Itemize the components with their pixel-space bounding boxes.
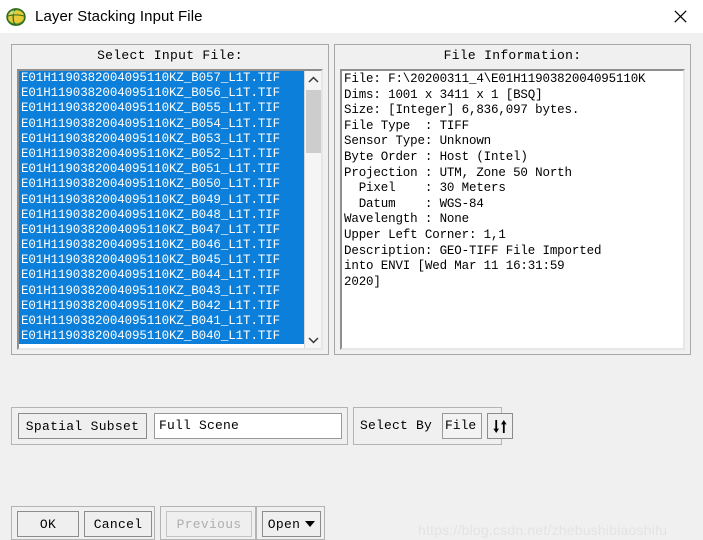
file-information-line: Upper Left Corner: 1,1 bbox=[344, 227, 506, 242]
spatial-subset-group: Spatial Subset Full Scene bbox=[11, 407, 348, 445]
previous-button: Previous bbox=[166, 511, 252, 537]
open-button[interactable]: Open bbox=[262, 511, 321, 537]
spatial-subset-button[interactable]: Spatial Subset bbox=[18, 413, 147, 439]
list-item[interactable]: E01H1190382004095110KZ_B042_L1T.TIF bbox=[19, 298, 304, 314]
file-information-line: Wavelength : None bbox=[344, 212, 469, 227]
list-item[interactable]: E01H1190382004095110KZ_B041_L1T.TIF bbox=[19, 314, 304, 330]
list-item[interactable]: E01H1190382004095110KZ_B051_L1T.TIF bbox=[19, 162, 304, 178]
list-item[interactable]: E01H1190382004095110KZ_B047_L1T.TIF bbox=[19, 222, 304, 239]
dialog-body: Select Input File: E01H1190382004095110K… bbox=[0, 33, 703, 540]
file-information-title: File Information: bbox=[443, 48, 582, 63]
previous-group: Previous bbox=[160, 506, 256, 540]
file-information-line: into ENVI [Wed Mar 11 16:31:59 bbox=[344, 259, 565, 274]
file-list[interactable]: E01H1190382004095110KZ_B057_L1T.TIF E01H1… bbox=[19, 71, 304, 348]
list-item[interactable]: E01H1190382004095110KZ_B055_L1T.TIF bbox=[19, 101, 304, 117]
list-item[interactable]: E01H1190382004095110KZ_B057_L1T.TIF bbox=[19, 71, 304, 87]
file-information-line: Size: [Integer] 6,836,097 bytes. bbox=[344, 103, 580, 118]
swap-arrows-icon[interactable] bbox=[487, 413, 513, 439]
file-information-line: Sensor Type: Unknown bbox=[344, 134, 492, 149]
ok-button[interactable]: OK bbox=[17, 511, 79, 537]
list-item[interactable]: E01H1190382004095110KZ_B045_L1T.TIF bbox=[19, 253, 304, 269]
select-by-group: Select By File bbox=[353, 407, 513, 445]
file-list-scrollbar[interactable] bbox=[304, 71, 321, 348]
window-title: Layer Stacking Input File bbox=[35, 8, 203, 25]
caret-down-icon bbox=[305, 521, 316, 527]
list-item[interactable]: E01H1190382004095110KZ_B043_L1T.TIF bbox=[19, 283, 304, 299]
list-item[interactable]: E01H1190382004095110KZ_B044_L1T.TIF bbox=[19, 268, 304, 284]
scrollbar-thumb[interactable] bbox=[306, 90, 321, 153]
list-item[interactable]: E01H1190382004095110KZ_B046_L1T.TIF bbox=[19, 238, 304, 254]
title-bar: Layer Stacking Input File bbox=[0, 0, 703, 34]
envi-globe-icon bbox=[6, 7, 26, 27]
list-item[interactable]: E01H1190382004095110KZ_B040_L1T.TIF bbox=[19, 329, 304, 345]
ok-cancel-group: OK Cancel bbox=[11, 506, 155, 540]
close-icon[interactable] bbox=[657, 1, 703, 33]
list-item[interactable]: E01H1190382004095110KZ_B056_L1T.TIF bbox=[19, 86, 304, 102]
file-information-line: Datum : WGS-84 bbox=[344, 196, 484, 211]
open-group: Open bbox=[256, 506, 325, 540]
cancel-button[interactable]: Cancel bbox=[84, 511, 152, 537]
list-item[interactable]: E01H1190382004095110KZ_B054_L1T.TIF bbox=[19, 116, 304, 132]
file-information-line: Projection : UTM, Zone 50 North bbox=[344, 165, 572, 180]
select-input-file-title: Select Input File: bbox=[97, 48, 243, 63]
file-information-line: Byte Order : Host (Intel) bbox=[344, 149, 528, 164]
file-information-panel: File Information: File: F:\20200311_4\E0… bbox=[334, 44, 691, 355]
chevron-down-icon[interactable] bbox=[305, 331, 321, 348]
file-information-text: File: F:\20200311_4\E01H1190382004095110… bbox=[340, 69, 685, 350]
file-information-line: 2020] bbox=[344, 274, 381, 289]
list-item[interactable]: E01H1190382004095110KZ_B052_L1T.TIF bbox=[19, 146, 304, 163]
chevron-up-icon[interactable] bbox=[305, 71, 321, 88]
file-information-line: File: F:\20200311_4\E01H1190382004095110… bbox=[344, 72, 646, 86]
select-by-label: Select By bbox=[360, 418, 433, 433]
select-input-file-panel: Select Input File: E01H1190382004095110K… bbox=[11, 44, 329, 355]
file-listbox[interactable]: E01H1190382004095110KZ_B057_L1T.TIF E01H1… bbox=[17, 69, 323, 350]
spatial-subset-value-field[interactable]: Full Scene bbox=[154, 413, 342, 439]
list-item[interactable]: E01H1190382004095110KZ_B049_L1T.TIF bbox=[19, 192, 304, 208]
watermark: https://blog.csdn.net/zhebushibiaoshifu bbox=[418, 522, 668, 538]
file-information-line: Description: GEO-TIFF File Imported bbox=[344, 243, 602, 258]
list-item[interactable]: E01H1190382004095110KZ_B048_L1T.TIF bbox=[19, 207, 304, 223]
file-information-line: Dims: 1001 x 3411 x 1 [BSQ] bbox=[344, 87, 543, 102]
select-by-dropdown[interactable]: File bbox=[442, 413, 482, 439]
file-information-line: Pixel : 30 Meters bbox=[344, 181, 506, 196]
file-information-line: File Type : TIFF bbox=[344, 118, 469, 133]
list-item[interactable]: E01H1190382004095110KZ_B053_L1T.TIF bbox=[19, 131, 304, 147]
open-button-label: Open bbox=[267, 516, 301, 532]
list-item[interactable]: E01H1190382004095110KZ_B050_L1T.TIF bbox=[19, 177, 304, 193]
